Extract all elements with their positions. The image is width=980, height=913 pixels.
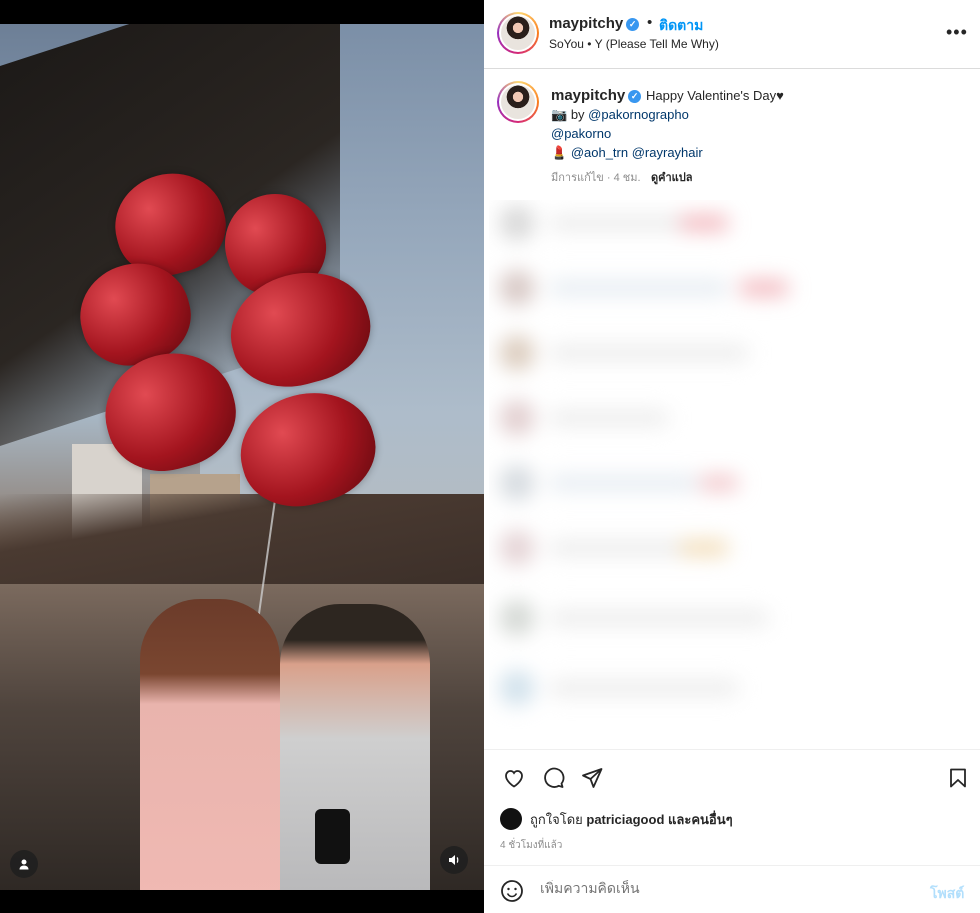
more-options-icon[interactable]: ••• xyxy=(946,22,968,43)
comment-row xyxy=(499,670,969,710)
liker-username[interactable]: patriciagood xyxy=(586,812,664,827)
instagram-post-window: maypitchy ✓ • ติดตาม SoYou • Y (Please Te… xyxy=(0,0,980,913)
comment-row xyxy=(499,205,969,245)
liker-avatar xyxy=(500,808,522,830)
caption-by: by xyxy=(570,107,585,122)
emoji-icon xyxy=(501,880,523,902)
verified-badge-icon: ✓ xyxy=(628,89,642,103)
send-icon xyxy=(582,768,603,788)
like-button[interactable] xyxy=(500,764,528,792)
caption-meta: มีการแก้ไข · 4 ชม. xyxy=(551,172,641,184)
caption-credit-line: 💄 @aoh_trn @rayrayhair xyxy=(551,145,703,161)
bookmark-icon xyxy=(950,768,966,788)
comment-input[interactable] xyxy=(540,880,910,896)
caption-username[interactable]: maypitchy ✓ xyxy=(551,87,642,104)
media-sunglasses xyxy=(315,809,350,864)
heart-icon xyxy=(505,770,523,788)
save-button[interactable] xyxy=(944,764,972,792)
comment-row xyxy=(499,335,969,375)
author-username[interactable]: maypitchy ✓ xyxy=(549,15,640,32)
likes-summary[interactable]: ถูกใจโดย patriciagood และคนอื่นๆ xyxy=(500,808,733,830)
emoji-button[interactable] xyxy=(500,879,524,903)
comment-composer: โพสต์ xyxy=(484,865,980,913)
lipstick-icon: 💄 xyxy=(551,145,568,160)
post-media[interactable] xyxy=(0,24,484,890)
media-woman xyxy=(140,599,280,890)
comments-list-blurred xyxy=(489,200,979,730)
post-comment-button[interactable]: โพสต์ xyxy=(930,883,964,905)
comment-button[interactable] xyxy=(539,764,567,792)
caption-credit-line: 📷 by @pakornographo xyxy=(551,107,689,123)
user-icon xyxy=(19,859,29,870)
separator-dot: • xyxy=(647,14,653,31)
post-timestamp: 4 ชั่วโมงที่แล้ว xyxy=(500,840,563,851)
camera-icon: 📷 xyxy=(551,107,568,122)
speaker-icon xyxy=(449,855,459,865)
post-details-panel: maypitchy ✓ • ติดตาม SoYou • Y (Please Te… xyxy=(484,0,980,913)
audio-track-link[interactable]: SoYou • Y (Please Tell Me Why) xyxy=(549,37,719,51)
audio-toggle-button[interactable] xyxy=(440,846,468,874)
comment-row xyxy=(499,465,969,505)
translate-link[interactable]: ดูคำแปล xyxy=(651,168,693,186)
comment-row xyxy=(499,600,969,640)
comment-row xyxy=(499,530,969,570)
verified-badge-icon: ✓ xyxy=(626,17,640,31)
media-man xyxy=(280,604,430,890)
mention-link[interactable]: @aoh_trn xyxy=(571,145,628,160)
mention-link[interactable]: @pakorno xyxy=(551,126,611,141)
share-button[interactable] xyxy=(578,764,606,792)
follow-button[interactable]: ติดตาม xyxy=(659,15,703,37)
caption-avatar[interactable] xyxy=(497,81,539,123)
post-actions: ถูกใจโดย patriciagood และคนอื่นๆ 4 ชั่วโ… xyxy=(484,749,980,865)
caption-credit-line: @pakorno xyxy=(551,126,611,141)
likes-prefix: ถูกใจโดย xyxy=(530,811,583,827)
avatar[interactable] xyxy=(497,12,539,54)
post-header: maypitchy ✓ • ติดตาม SoYou • Y (Please Te… xyxy=(484,0,980,69)
comment-icon xyxy=(544,767,565,788)
mention-link[interactable]: @pakornographo xyxy=(588,107,689,122)
mention-link[interactable]: @rayrayhair xyxy=(632,145,703,160)
tagged-user-button[interactable] xyxy=(10,850,38,878)
likes-others[interactable]: และคนอื่นๆ xyxy=(668,809,733,830)
comment-row xyxy=(499,400,969,440)
post-caption: maypitchy ✓ Happy Valentine's Day♥ 📷 by @… xyxy=(484,70,980,200)
caption-text: Happy Valentine's Day♥ xyxy=(646,88,784,103)
comment-row xyxy=(499,270,969,310)
